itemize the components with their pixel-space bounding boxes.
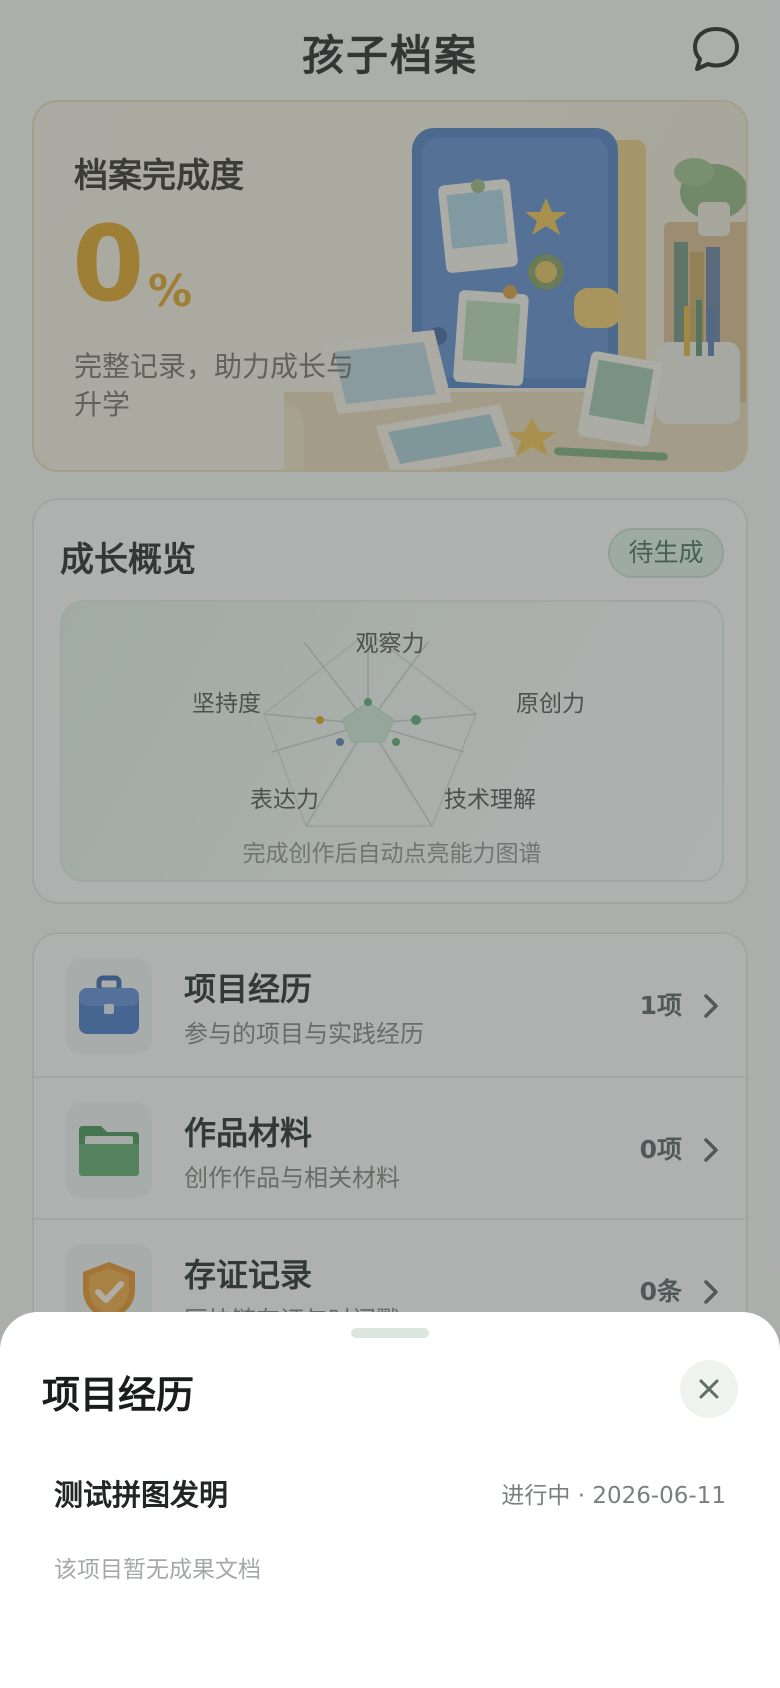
project-bottom-sheet: 项目经历 测试拼图发明 进行中 · 2026-06-11 该项目暂无成果文档 xyxy=(0,1312,780,1688)
page: 孩子档案 档案完成度 0 % 完整记录，助力成长与升学 成长概览 待生成 观察力… xyxy=(0,0,780,1688)
drag-handle[interactable] xyxy=(351,1328,429,1338)
empty-documents-text: 该项目暂无成果文档 xyxy=(54,1557,261,1583)
sheet-title: 项目经历 xyxy=(42,1373,195,1417)
close-button[interactable] xyxy=(680,1360,738,1418)
project-status-date: 进行中 · 2026-06-11 xyxy=(501,1483,726,1509)
close-icon xyxy=(699,1379,719,1399)
project-name[interactable]: 测试拼图发明 xyxy=(54,1472,228,1514)
